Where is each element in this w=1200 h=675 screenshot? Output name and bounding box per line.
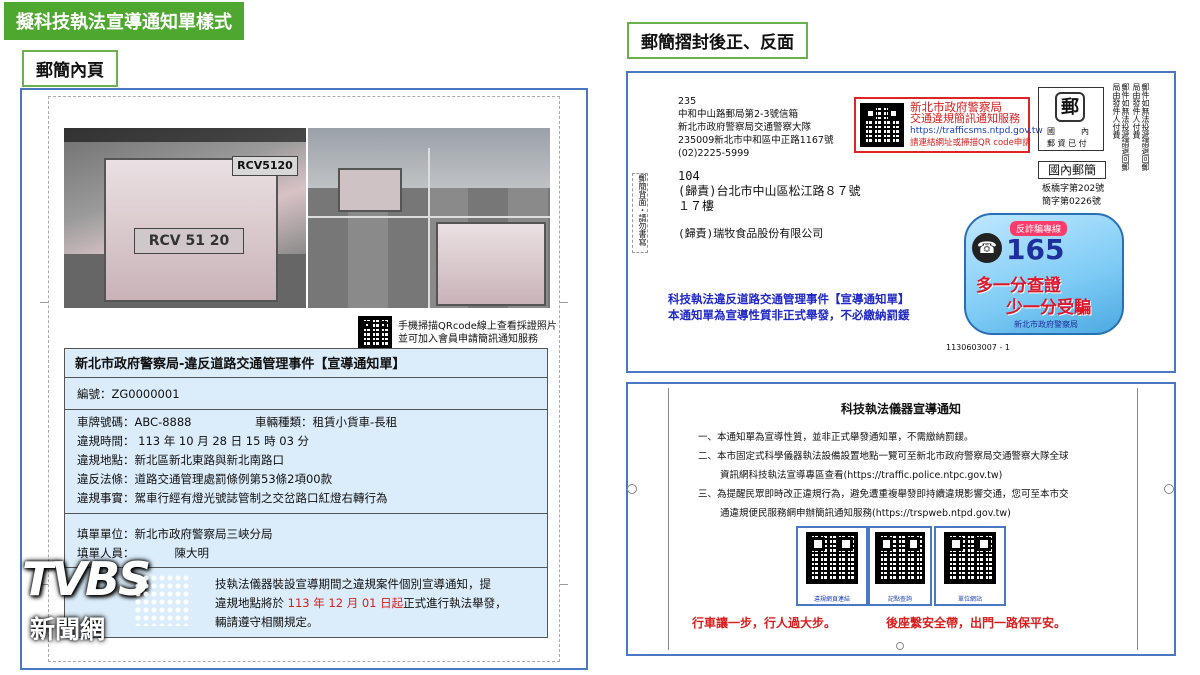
slogan-2: 後座繫安全帶，出門一路保平安。 — [886, 616, 1067, 630]
dot-pattern-icon — [134, 574, 192, 626]
photo-overlay-strip — [64, 128, 306, 142]
slogan-1: 行車讓一步，行人過大步。 — [692, 616, 837, 630]
envelope-back-panel: 科技執法儀器宣導通知 一、本通知單為宣導性質，並非正式舉發通知單，不需繳納罰鍰。… — [626, 382, 1176, 656]
sender-line-1: 中和中山路郵局第2-3號信箱 — [678, 109, 799, 120]
unit-qr-code[interactable] — [944, 532, 996, 584]
notice-para-line-1: 技執法儀器裝設宣導期間之違規案件個別宣導通知，提 — [215, 577, 491, 591]
circle-mark — [1164, 484, 1174, 494]
permit-line-2: 簡字第0226號 — [1042, 197, 1101, 207]
notice-summary-line-1: 科技執法違反道路交通管理事件【宣導通知單】 — [668, 292, 910, 306]
circle-mark — [627, 484, 637, 494]
sender-line-3: 235009新北市中和區中正路1167號 — [678, 135, 834, 146]
qr-card-unit[interactable]: 單位網站 — [934, 526, 1006, 606]
sender-block: 235 中和中山路郵局第2-3號信箱 新北市政府警察局交通警察大隊 235009… — [678, 95, 833, 160]
sms-line-2: 交通違規簡訊通知服務 — [910, 112, 1020, 125]
back-item-3a: 三、為提醒民眾即時改正違規行為，避免遭重複舉發即持續違規影響交通，您可至本市交 — [698, 489, 1069, 500]
recipient-zip: 104 — [678, 169, 700, 183]
permit-line-1: 板橋字第202號 — [1042, 184, 1105, 194]
plate-zoom: RCV5120 — [232, 156, 298, 176]
sms-qr-code[interactable] — [860, 103, 904, 147]
inner-page-tag: 郵簡內頁 — [22, 50, 118, 87]
plate-number: 車牌號碼：ABC-8888 — [77, 415, 192, 429]
fold-tick — [560, 302, 568, 303]
evidence-qr-code[interactable] — [358, 316, 392, 350]
notice-summary: 科技執法違反道路交通管理事件【宣導通知單】 本通知單為宣導性質非正式舉發，不必繳… — [668, 291, 910, 323]
divider — [65, 513, 547, 514]
para-2-suffix: 正式進行執法舉發， — [403, 596, 507, 610]
notice-para-line-3: 輛請遵守相關規定。 — [215, 615, 319, 629]
divider — [65, 409, 547, 410]
qr-label-3: 單位網站 — [957, 596, 982, 603]
violation-time: 違規時間： 113 年 10 月 28 日 15 時 03 分 — [77, 434, 310, 448]
violation-fact: 違規事實：駕車行經有燈光號誌管制之交岔路口紅燈右轉行為 — [77, 491, 388, 505]
post-logo-icon: 郵 — [1055, 92, 1085, 122]
notice-title: 新北市政府警察局-違反道路交通管理事件【宣導通知單】 — [75, 357, 406, 372]
sms-url[interactable]: https://trafficsms.ntpd.gov.tw — [910, 125, 1043, 137]
badge-footer: 新北市政府警察局 — [1014, 320, 1078, 329]
divider — [65, 377, 547, 378]
postage-paid-stamp: 郵 國內 郵 資 已 付 — [1038, 87, 1104, 151]
points-qr-code[interactable] — [875, 532, 925, 584]
folded-tag: 郵簡摺封後正、反面 — [627, 22, 808, 59]
envelope-front-panel: 235 中和中山路郵局第2-3號信箱 新北市政府警察局交通警察大隊 235009… — [626, 71, 1176, 373]
vehicle-type: 車輛種類：租賃小貨車-長租 — [255, 415, 398, 429]
violation-law: 違反法條：道路交通管理處罰條例第53條2項00款 — [77, 472, 333, 486]
qr-label-2: 記點查詢 — [887, 596, 912, 603]
qr-caption-line-2: 並可加入會員申請簡訊通知服務 — [398, 334, 538, 345]
domestic-aerogram-label: 國內郵簡 — [1038, 161, 1106, 179]
sms-service-box[interactable]: 新北市政府警察局 交通違規簡訊通知服務 https://trafficsms.n… — [854, 97, 1043, 153]
enforcement-date: 113 年 12 月 01 日起 — [287, 596, 404, 610]
notice-para-line-2: 違規地點將於 113 年 12 月 01 日起正式進行執法舉發， — [215, 594, 507, 612]
qr-caption: 手機掃描QRcode線上查看採證照片 並可加入會員申請簡訊通知服務 — [398, 320, 557, 346]
main-title-tag: 擬科技執法宣導通知單樣式 — [4, 2, 244, 40]
filing-unit: 填單單位：新北市政府警察局三峽分局 — [77, 527, 273, 541]
notice-number: 編號：ZG0000001 — [77, 387, 180, 401]
evidence-photo-2 — [308, 128, 550, 308]
circle-mark — [896, 642, 904, 650]
recipient-floor: １７樓 — [678, 199, 715, 213]
phone-icon: ☎ — [972, 233, 1002, 263]
permit-block: 板橋字第202號 簡字第0226號 — [1042, 183, 1104, 209]
recipient-block: 104 (歸責)台北市中山區松江路８７號 １７樓 — [678, 169, 860, 214]
back-item-2b: 資訊網科技執法宣導專區查看(https://traffic.police.ntp… — [720, 470, 1003, 481]
violation-location: 違規地點：新北區新北東路與新北南路口 — [77, 453, 284, 467]
postage-line-1: 國內 — [1047, 127, 1089, 136]
qr-label-1: 違規網頁連結 — [813, 596, 850, 603]
truck-plate-large: RCV 51 20 — [134, 228, 244, 254]
sender-line-4: (02)2225-5999 — [678, 148, 750, 159]
qr-card-violation[interactable]: 違規網頁連結 — [796, 526, 868, 606]
notice-summary-line-2: 本通知單為宣導性質非正式舉發，不必繳納罰鍰 — [668, 308, 910, 322]
back-item-2a: 二、本市固定式科學儀器執法設備設置地點一覽可至新北市政府警察局交通警察大隊全球 — [698, 451, 1069, 462]
tvbs-logo: TVBS — [22, 552, 151, 606]
para-2-prefix: 違規地點將於 — [215, 596, 284, 610]
violation-qr-code[interactable] — [806, 532, 858, 584]
sender-postcode: 235 — [678, 96, 697, 107]
side-note: 郵簡背面・請勿書寫 — [632, 173, 648, 253]
tvbs-subtitle: 新聞網 — [30, 615, 106, 644]
tvbs-watermark: TVBS 新聞網 — [22, 552, 192, 648]
barcode-number: 1130603007 - 1 — [946, 343, 1010, 352]
anti-fraud-badge: 反詐騙專線 ☎ 165 多一分查證 少一分受騙 新北市政府警察局 — [964, 213, 1124, 335]
recipient-address: (歸責)台北市中山區松江路８７號 — [678, 184, 861, 198]
recipient-company: (歸責)瑞牧食品股份有限公司 — [678, 227, 824, 240]
sender-line-2: 新北市政府警察局交通警察大隊 — [678, 122, 812, 133]
badge-line-2: 少一分受騙 — [1006, 298, 1091, 318]
back-item-3b: 通違規便民服務網申辦簡訊通知服務(https://trspweb.ntpd.go… — [720, 508, 1011, 519]
return-note-2: 郵件如無法投遞請退回郵局由發件人付費 — [1132, 83, 1150, 171]
evidence-photo-1: RCV 51 20 RCV5120 — [64, 128, 306, 308]
qr-card-points[interactable]: 記點查詢 — [868, 526, 932, 606]
postage-line-2: 郵 資 已 付 — [1047, 139, 1087, 148]
fold-tick — [40, 302, 48, 303]
back-title: 科技執法儀器宣導通知 — [840, 402, 961, 416]
sms-service-text: 新北市政府警察局 交通違規簡訊通知服務 https://trafficsms.n… — [910, 101, 1043, 149]
back-item-1: 一、本通知單為宣導性質，並非正式舉發通知單，不需繳納罰鍰。 — [698, 432, 974, 443]
back-items: 一、本通知單為宣導性質，並非正式舉發通知單，不需繳納罰鍰。 二、本市固定式科學儀… — [698, 428, 1069, 523]
badge-number: 165 — [1006, 233, 1065, 266]
qr-caption-line-1: 手機掃描QRcode線上查看採證照片 — [398, 321, 557, 332]
sms-line-4: 請連結網址或掃描QR code申請 — [910, 138, 1031, 148]
fold-tick — [560, 584, 568, 585]
return-note: 郵件如無法投遞請退回郵局由發件人付費 — [1112, 83, 1130, 171]
